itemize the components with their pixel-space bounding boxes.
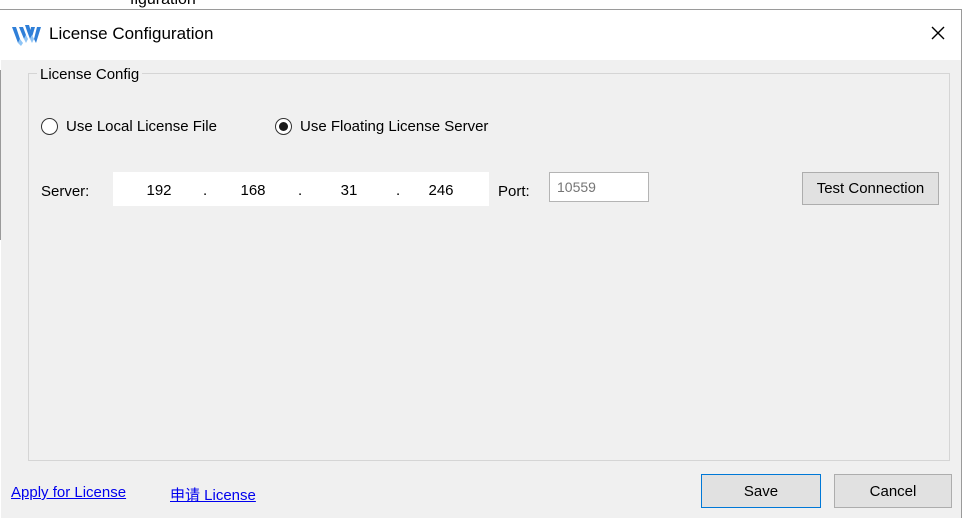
- ip-octet-4[interactable]: 246: [423, 182, 459, 199]
- close-button[interactable]: [915, 10, 961, 60]
- top-clipped-text: figuration: [130, 0, 196, 9]
- cancel-button[interactable]: Cancel: [834, 474, 952, 508]
- apply-license-cn-link[interactable]: 申请 License: [170, 484, 256, 505]
- window-left-border: [0, 10, 1, 519]
- port-input[interactable]: [549, 172, 649, 202]
- ip-separator-3: .: [396, 182, 401, 199]
- ip-octet-3[interactable]: 31: [331, 182, 367, 199]
- server-ip-input[interactable]: 192 . 168 . 31 . 246: [113, 172, 489, 206]
- radio-selected-dot: [279, 122, 288, 131]
- radio-local-circle[interactable]: [41, 118, 58, 135]
- apply-license-link[interactable]: Apply for License: [11, 484, 126, 501]
- title-bar[interactable]: License Configuration: [0, 10, 961, 60]
- window-title: License Configuration: [49, 24, 214, 43]
- save-button[interactable]: Save: [701, 474, 821, 508]
- ip-separator-1: .: [203, 182, 208, 199]
- ip-octet-1[interactable]: 192: [141, 182, 177, 199]
- gowin-logo-icon: [10, 23, 44, 47]
- radio-local-label: Use Local License File: [66, 118, 217, 135]
- radio-floating-license[interactable]: Use Floating License Server: [275, 118, 488, 135]
- port-label: Port:: [498, 183, 530, 200]
- group-legend: License Config: [37, 66, 143, 83]
- ip-octet-2[interactable]: 168: [235, 182, 271, 199]
- test-connection-button[interactable]: Test Connection: [802, 172, 939, 205]
- radio-local-license[interactable]: Use Local License File: [41, 118, 217, 135]
- server-label: Server:: [41, 183, 90, 200]
- radio-floating-circle[interactable]: [275, 118, 292, 135]
- radio-floating-label: Use Floating License Server: [300, 118, 489, 135]
- close-icon: [931, 26, 945, 44]
- ip-separator-2: .: [298, 182, 303, 199]
